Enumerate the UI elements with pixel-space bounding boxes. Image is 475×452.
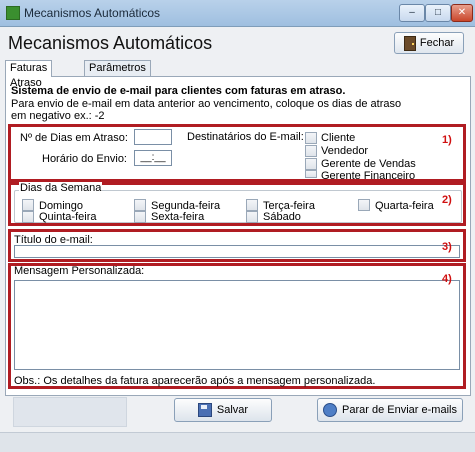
dias-atraso-input[interactable] bbox=[134, 129, 172, 145]
marker-4: 4) bbox=[442, 273, 452, 285]
intro-note: Para envio de e-mail em data anterior ao… bbox=[11, 98, 402, 122]
checkbox-sabado[interactable] bbox=[246, 211, 258, 223]
destinatarios-label: Destinatários do E-mail: bbox=[187, 131, 304, 143]
checkbox-quinta-label: Quinta-feira bbox=[39, 211, 97, 223]
checkbox-segunda[interactable] bbox=[134, 199, 146, 211]
stop-icon bbox=[323, 403, 338, 417]
salvar-label: Salvar bbox=[216, 404, 249, 416]
page-title: Mecanismos Automáticos bbox=[8, 33, 213, 53]
door-exit-icon bbox=[403, 35, 416, 51]
parar-envio-button[interactable]: Parar de Enviar e-mails bbox=[317, 398, 463, 422]
checkbox-vendedor[interactable] bbox=[305, 145, 317, 157]
horario-envio-label: Horário do Envio: bbox=[42, 153, 127, 165]
titulo-email-input[interactable] bbox=[14, 245, 460, 258]
window: Mecanismos Automáticos – □ ✕ Mecanismos … bbox=[0, 0, 475, 452]
checkbox-quarta[interactable] bbox=[358, 199, 370, 211]
checkbox-sabado-label: Sábado bbox=[263, 211, 301, 223]
tab-faturas-atraso[interactable]: Faturas Atraso bbox=[5, 60, 53, 89]
checkbox-quinta[interactable] bbox=[22, 211, 34, 223]
mensagem-label: Mensagem Personalizada: bbox=[14, 265, 145, 277]
salvar-button[interactable]: Salvar bbox=[174, 398, 272, 422]
marker-1: 1) bbox=[442, 134, 452, 146]
checkbox-vendedor-label: Vendedor bbox=[321, 145, 369, 157]
dias-semana-legend: Dias da Semana bbox=[19, 182, 103, 191]
mensagem-textarea[interactable] bbox=[14, 280, 460, 370]
checkbox-domingo[interactable] bbox=[22, 199, 34, 211]
intro-title: Sistema de envio de e-mail para clientes… bbox=[11, 85, 346, 97]
marker-2: 2) bbox=[442, 194, 452, 206]
minimize-button[interactable]: – bbox=[399, 4, 425, 22]
checkbox-gerente-vendas-label: Gerente de Vendas bbox=[321, 158, 416, 170]
checkbox-gerente-vendas[interactable] bbox=[305, 158, 317, 170]
maximize-button[interactable]: □ bbox=[425, 4, 451, 22]
fechar-label: Fechar bbox=[419, 37, 455, 49]
checkbox-sexta-label: Sexta-feira bbox=[151, 211, 205, 223]
app-icon bbox=[6, 6, 20, 20]
window-title: Mecanismos Automáticos bbox=[24, 6, 161, 20]
mensagem-obs: Obs.: Os detalhes da fatura aparecerão a… bbox=[14, 375, 376, 387]
checkbox-quarta-label: Quarta-feira bbox=[375, 200, 434, 212]
checkbox-gerente-financeiro-label: Gerente Financeiro bbox=[321, 170, 416, 179]
checkbox-gerente-financeiro[interactable] bbox=[305, 170, 317, 178]
dias-atraso-label: Nº de Dias em Atraso: bbox=[20, 132, 128, 144]
tab-parametros[interactable]: Parâmetros bbox=[84, 60, 151, 76]
fechar-button[interactable]: Fechar bbox=[394, 32, 464, 54]
checkbox-terca[interactable] bbox=[246, 199, 258, 211]
checkbox-sexta[interactable] bbox=[134, 211, 146, 223]
title-bar: Mecanismos Automáticos – □ ✕ bbox=[0, 0, 475, 27]
checkbox-cliente-label: Cliente bbox=[321, 132, 356, 144]
marker-3: 3) bbox=[442, 241, 452, 253]
status-bar bbox=[0, 432, 475, 452]
horario-envio-input[interactable]: __:__ bbox=[134, 150, 172, 166]
close-button[interactable]: ✕ bbox=[451, 4, 473, 22]
empty-panel bbox=[13, 397, 127, 427]
checkbox-cliente[interactable] bbox=[305, 132, 317, 144]
parar-envio-label: Parar de Enviar e-mails bbox=[342, 404, 457, 416]
save-disk-icon bbox=[197, 403, 212, 417]
